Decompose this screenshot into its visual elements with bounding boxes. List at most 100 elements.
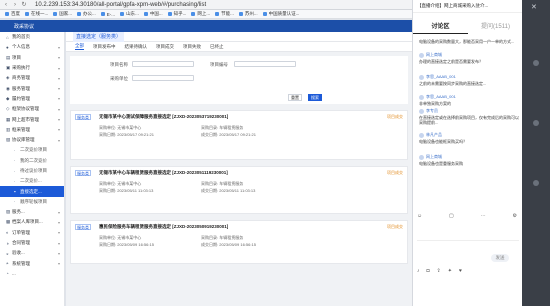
- sidebar-item-label: 直接选定...: [20, 188, 42, 194]
- chevron-down-icon: ▾: [57, 117, 60, 123]
- chat-author-name: 网上商城: [426, 154, 442, 159]
- bookmark-icon: [215, 12, 220, 16]
- reload-icon[interactable]: ↻: [21, 2, 27, 8]
- chat-input[interactable]: [417, 240, 519, 266]
- sidebar-item[interactable]: ▤ 项目 ▾: [0, 53, 64, 63]
- project-title[interactable]: 惠民保险服务车辆租赁服务直接选定 [ZJXD-2023050919230001]: [99, 224, 228, 230]
- main-content: 直接选定（服务类） 全部 项目发布中 结果待确认 项目成交 项目失败 已终止 项目名称 项…: [66, 31, 412, 306]
- chat-author-name: 李专员: [426, 108, 438, 113]
- sidebar-item[interactable]: ⌂ 我的首页: [0, 32, 64, 42]
- project-title[interactable]: 无锡市某中心测试保障服务直接选定 [ZJXD-2023053719230001]: [99, 114, 228, 120]
- purchaser-input[interactable]: [132, 75, 194, 81]
- camera-icon[interactable]: ◘: [427, 268, 430, 276]
- sidebar-item-label: 二次竞价项目: [20, 147, 47, 153]
- search-button[interactable]: 搜索: [308, 94, 322, 101]
- bookmark-item[interactable]: 知乎...: [167, 11, 186, 17]
- settings-icon[interactable]: ⚙: [513, 213, 517, 221]
- bookmark-item[interactable]: 网上...: [191, 11, 210, 17]
- sidebar-item[interactable]: ▣ 采购执行 ▾: [0, 63, 64, 73]
- mic-icon[interactable]: ♪: [417, 268, 420, 276]
- more-icon[interactable]: ⋯: [481, 213, 486, 221]
- sidebar-item-label: 档案人库项目...: [12, 219, 43, 225]
- chat-author: 林凡产品: [419, 132, 519, 138]
- bookmark-item[interactable]: 节能...: [215, 11, 234, 17]
- status-tab[interactable]: 已终止: [210, 44, 224, 50]
- sidebar-item[interactable]: ◈ 商务管理 ▾: [0, 73, 64, 83]
- close-icon[interactable]: ✕: [531, 3, 537, 11]
- status-tab[interactable]: 项目成交: [156, 44, 174, 50]
- sidebar-item[interactable]: ◒ 验收... ▾: [0, 248, 64, 258]
- sidebar-item[interactable]: · 我的二次竞价: [0, 156, 64, 166]
- sidebar-item[interactable]: ▦ 网上超市管理 ▾: [0, 114, 64, 124]
- sidebar-item[interactable]: ▥ 框采管理 ▾: [0, 125, 64, 135]
- sidebar-item[interactable]: ◔...: [0, 269, 64, 279]
- sidebar-item-label: 系统管理: [12, 260, 30, 266]
- avatar: [419, 52, 424, 58]
- sidebar-item[interactable]: ● 个人信息 ▾: [0, 42, 64, 52]
- page-tabs: 直接选定（服务类）: [66, 31, 412, 42]
- bookmark-item[interactable]: 中国质量认证...: [262, 11, 299, 17]
- chevron-down-icon: ▾: [57, 261, 60, 267]
- bookmark-item[interactable]: 中国...: [143, 11, 163, 17]
- image-icon[interactable]: ▢: [449, 213, 454, 221]
- strip-dot-icon: [533, 120, 539, 126]
- project-card[interactable]: 服务类 无锡市某中心测试保障服务直接选定 [ZJXD-20230537192300…: [70, 110, 408, 160]
- sidebar-item[interactable]: ▧ 协议库管理 ▾: [0, 135, 64, 145]
- chat-tab[interactable]: 提问(1511): [468, 20, 523, 34]
- bookmark-item[interactable]: 国家...: [53, 11, 72, 17]
- send-button[interactable]: 发送: [491, 254, 509, 262]
- back-icon[interactable]: ‹: [3, 2, 9, 8]
- sidebar-item[interactable]: ◆ 履约管理 ▾: [0, 94, 64, 104]
- chat-bottom-bar: ♪ ◘ ⇪ ✦ ♥: [417, 268, 517, 276]
- emoji-icon[interactable]: ☺: [417, 213, 422, 221]
- bookmark-icon: [238, 12, 243, 16]
- sidebar-item[interactable]: ▨ 服务... ▾: [0, 207, 64, 217]
- sidebar-item[interactable]: ◓ 系统管理 ▾: [0, 259, 64, 269]
- sidebar-item[interactable]: · 二次竞价项目: [0, 145, 64, 155]
- bookmark-item[interactable]: 在线一...: [25, 11, 48, 17]
- status-tab[interactable]: 项目发布中: [93, 44, 116, 50]
- gift-icon[interactable]: ✦: [448, 268, 452, 276]
- sidebar-item[interactable]: ◑ 合同管理 ▾: [0, 238, 64, 248]
- bookmark-item[interactable]: E-...: [100, 12, 115, 17]
- sidebar-item[interactable]: ◐ 订单管理 ▾: [0, 228, 64, 238]
- chat-message: 网上商城 电脑设备也是重服务采购: [419, 154, 519, 166]
- bookmark-item[interactable]: 山东...: [120, 11, 139, 17]
- share-icon[interactable]: ⇪: [437, 268, 441, 276]
- sidebar-item[interactable]: · 待过议价项目: [0, 166, 64, 176]
- chat-message: 李思_AAAB_001 非单独采购方案的: [419, 94, 519, 106]
- status-tab[interactable]: 结果待确认: [125, 44, 148, 50]
- bookmark-icon: [25, 12, 29, 16]
- strip-dot-icon: [533, 180, 539, 186]
- sidebar-item[interactable]: ▩ 档案人库项目... ▾: [0, 217, 64, 227]
- status-tab[interactable]: 全部: [75, 43, 84, 50]
- bookmark-label: 百度: [11, 11, 20, 16]
- bookmark-item[interactable]: 办公...: [77, 11, 96, 17]
- sidebar-item-label: 二次竞价...: [20, 178, 42, 184]
- catalog-text: 采购目录: 车辆租赁服务: [201, 181, 244, 186]
- like-icon[interactable]: ♥: [459, 268, 462, 276]
- bookmark-icon: [100, 12, 105, 16]
- chat-message: 电脑设备的采购数量大，那能否采用一户一单的方式...: [419, 38, 519, 44]
- sidebar-item[interactable]: ◉ 服务管理 ▾: [0, 83, 64, 93]
- project-name-input[interactable]: [132, 61, 194, 67]
- url-field[interactable]: 10.2.239.153:34.30180/all-portal/gpfa-xp…: [35, 2, 206, 8]
- project-card[interactable]: 服务类 无锡市某中心车辆租赁服务直接选定 [ZJXD-20230511192300…: [70, 166, 408, 214]
- reset-button[interactable]: 重置: [288, 94, 302, 101]
- purchase-date-text: 采购日期: 2023/05/11 11:03:13: [99, 188, 154, 193]
- chat-tab[interactable]: 讨论区: [413, 20, 468, 34]
- sidebar-item-label: 履约管理: [12, 95, 30, 101]
- sidebar-item[interactable]: · 二次竞价...: [0, 176, 64, 186]
- project-card[interactable]: 服务类 惠民保险服务车辆租赁服务直接选定 [ZJXD-20230509192300…: [70, 220, 408, 264]
- bookmark-item[interactable]: 百度: [5, 11, 20, 17]
- sidebar-item[interactable]: ▪ 直接选定...: [0, 186, 64, 197]
- sidebar-item[interactable]: · 顺序轮候项目: [0, 197, 64, 207]
- project-title[interactable]: 无锡市某中心车辆租赁服务直接选定 [ZJXD-2023051119230001]: [99, 170, 228, 176]
- bookmark-item[interactable]: 苏州...: [238, 11, 258, 17]
- sidebar-item[interactable]: ◇ 框架协议管理 ▾: [0, 104, 64, 114]
- tab-direct-select[interactable]: 直接选定（服务类）: [73, 31, 125, 42]
- status-tab[interactable]: 项目失败: [183, 44, 201, 50]
- forward-icon[interactable]: ›: [12, 2, 18, 8]
- project-code-input[interactable]: [234, 61, 296, 67]
- deal-date-text: 成交日期: 2023/05/09 16:56:15: [201, 242, 256, 247]
